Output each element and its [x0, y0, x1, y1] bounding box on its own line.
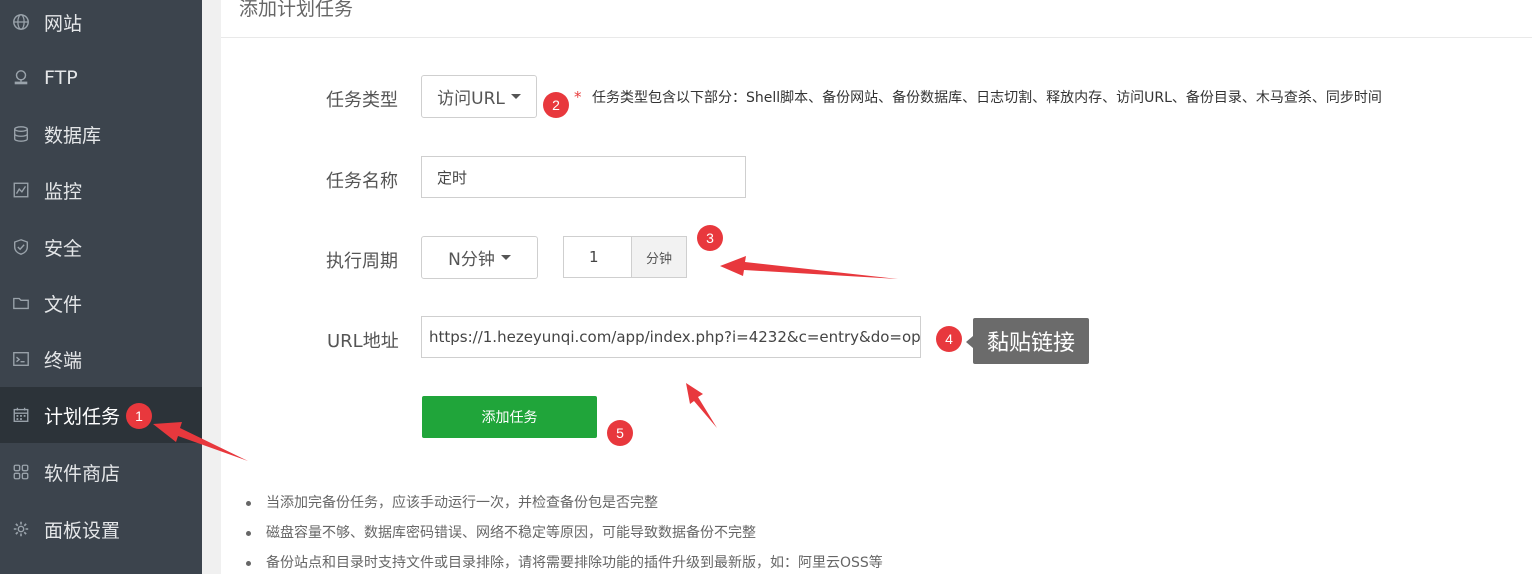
sidebar-item-files[interactable]: 文件 — [0, 275, 202, 331]
note-item: 当添加完备份任务，应该手动运行一次，并检查备份包是否完整 — [245, 492, 883, 522]
globe-icon — [11, 12, 31, 32]
grid-icon — [11, 462, 31, 482]
step-badge-2: 2 — [543, 92, 569, 118]
minutes-unit: 分钟 — [631, 236, 687, 278]
task-type-label: 任务类型 — [326, 90, 398, 111]
paste-link-tooltip: 黏贴链接 — [966, 318, 1089, 364]
ftp-icon — [11, 68, 31, 88]
sidebar-item-website[interactable]: 网站 — [0, 0, 202, 50]
step-badge-5: 5 — [607, 420, 633, 446]
sidebar-item-label: 终端 — [44, 349, 83, 372]
sidebar-item-ftp[interactable]: FTP — [0, 50, 202, 106]
task-type-value: 访问URL — [437, 89, 505, 109]
page-title: 添加计划任务 — [239, 0, 354, 20]
add-task-button[interactable]: 添加任务 — [422, 396, 597, 438]
calendar-icon — [11, 405, 31, 425]
sidebar-item-label: 监控 — [44, 180, 83, 203]
sidebar: 网站 FTP 数据库 监控 安全 文件 终端 计划任务 软件商店 面板设置 — [0, 0, 202, 574]
url-input[interactable]: https://1.hezeyunqi.com/app/index.php?i=… — [421, 316, 921, 358]
add-cron-task-panel: 添加计划任务 任务类型 访问URL * 任务类型包含以下部分：Shell脚本、备… — [221, 0, 1532, 574]
caret-down-icon — [500, 255, 511, 260]
folder-icon — [11, 293, 31, 313]
sidebar-item-label: 安全 — [44, 237, 83, 260]
task-name-label: 任务名称 — [326, 171, 398, 192]
sidebar-item-label: 计划任务 — [44, 405, 121, 428]
terminal-icon — [11, 349, 31, 369]
sidebar-item-panel-settings[interactable]: 面板设置 — [0, 501, 202, 557]
sidebar-item-label: 文件 — [44, 293, 83, 316]
shield-icon — [11, 237, 31, 257]
period-value: N分钟 — [448, 250, 495, 270]
step-badge-1: 1 — [126, 403, 152, 429]
title-divider — [221, 37, 1532, 38]
sidebar-item-app-store[interactable]: 软件商店 — [0, 444, 202, 500]
gear-icon — [11, 519, 31, 539]
note-item: 备份站点和目录时支持文件或目录排除，请将需要排除功能的插件升级到最新版，如：阿里… — [245, 552, 883, 574]
sidebar-item-label: 网站 — [44, 12, 83, 35]
notes-list: 当添加完备份任务，应该手动运行一次，并检查备份包是否完整 磁盘容量不够、数据库密… — [245, 492, 883, 574]
note-item: 磁盘容量不够、数据库密码错误、网络不稳定等原因，可能导致数据备份不完整 — [245, 522, 883, 552]
required-mark: * — [574, 88, 582, 106]
database-icon — [11, 124, 31, 144]
sidebar-item-label: 软件商店 — [44, 462, 121, 485]
task-type-hint: 任务类型包含以下部分：Shell脚本、备份网站、备份数据库、日志切割、释放内存、… — [592, 90, 1382, 106]
step-badge-3: 3 — [697, 225, 723, 251]
sidebar-item-terminal[interactable]: 终端 — [0, 331, 202, 387]
sidebar-item-security[interactable]: 安全 — [0, 219, 202, 275]
step-badge-4: 4 — [936, 326, 962, 352]
task-type-select[interactable]: 访问URL — [421, 75, 537, 118]
period-select[interactable]: N分钟 — [421, 236, 538, 279]
task-name-input[interactable]: 定时 — [421, 156, 746, 198]
sidebar-item-label: 数据库 — [44, 124, 102, 147]
sidebar-item-monitor[interactable]: 监控 — [0, 162, 202, 218]
monitor-icon — [11, 180, 31, 200]
url-label: URL地址 — [327, 331, 399, 352]
sidebar-item-label: 面板设置 — [44, 519, 121, 542]
sidebar-item-label: FTP — [44, 67, 78, 89]
sidebar-item-database[interactable]: 数据库 — [0, 106, 202, 162]
sidebar-item-cron[interactable]: 计划任务 — [0, 387, 202, 443]
period-label: 执行周期 — [326, 251, 398, 272]
caret-down-icon — [510, 94, 521, 99]
minutes-input[interactable]: 1 — [563, 236, 632, 278]
